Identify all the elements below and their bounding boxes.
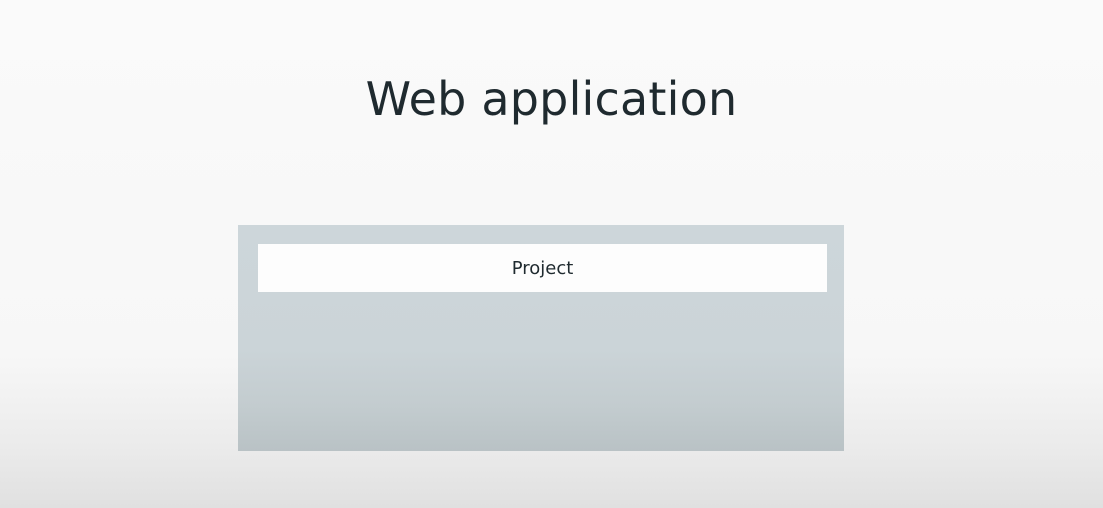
web-application-container: Project (238, 225, 844, 451)
project-box: Project (258, 244, 827, 292)
project-label: Project (511, 257, 574, 279)
slide-title: Web application (365, 72, 738, 126)
